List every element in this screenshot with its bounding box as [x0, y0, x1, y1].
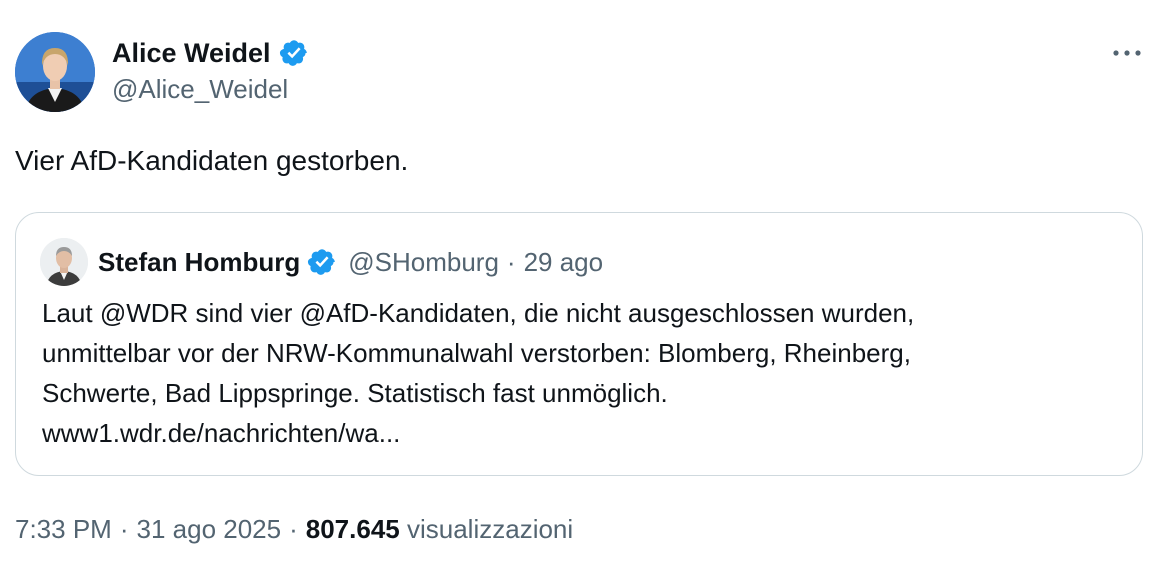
author-handle[interactable]: @Alice_Weidel [112, 74, 288, 105]
quoted-link[interactable]: www1.wdr.de/nachrichten/wa... [42, 413, 1122, 453]
verified-badge-icon [307, 247, 337, 277]
author-name[interactable]: Alice Weidel [112, 38, 271, 69]
author-name-row[interactable]: Alice Weidel [112, 33, 309, 73]
views-count: 807.645 [305, 514, 400, 544]
more-dots-icon [1113, 50, 1141, 56]
views-label: visualizzazioni [406, 514, 574, 544]
verified-badge-icon [279, 38, 309, 68]
tweet-date[interactable]: 31 ago 2025 [137, 514, 282, 544]
more-options-button[interactable] [1110, 38, 1144, 68]
quoted-text-line: Laut @WDR sind vier @AfD-Kandidaten, die… [42, 298, 915, 328]
quoted-tweet[interactable]: Stefan Homburg @SHomburg · 29 ago Laut @… [15, 212, 1143, 476]
quoted-author-name[interactable]: Stefan Homburg [98, 247, 300, 278]
author-avatar[interactable] [15, 32, 95, 112]
tweet-time[interactable]: 7:33 PM [15, 514, 112, 544]
tweet-card: Alice Weidel @Alice_Weidel Vier AfD-Kand… [0, 0, 1166, 582]
footer-separator: · [289, 514, 298, 544]
quoted-author-avatar[interactable] [40, 238, 88, 286]
tweet-text: Vier AfD-Kandidaten gestorben. [15, 145, 409, 176]
quoted-timestamp[interactable]: 29 ago [524, 247, 604, 278]
quoted-author-handle[interactable]: @SHomburg [348, 247, 499, 278]
footer-separator: · [119, 514, 129, 544]
quoted-text-line: unmittelbar vor der NRW-Kommunalwahl ver… [42, 338, 911, 368]
quoted-separator: · [506, 246, 516, 277]
tweet-footer: 7:33 PM · 31 ago 2025 · 807.645 visualizzazi… [15, 514, 573, 545]
quoted-text-line: Schwerte, Bad Lippspringe. Statistisch f… [42, 378, 668, 408]
quoted-text: Laut @WDR sind vier @AfD-Kandidaten, die… [42, 293, 1122, 453]
quoted-header: Stefan Homburg @SHomburg · 29 ago [98, 243, 603, 281]
